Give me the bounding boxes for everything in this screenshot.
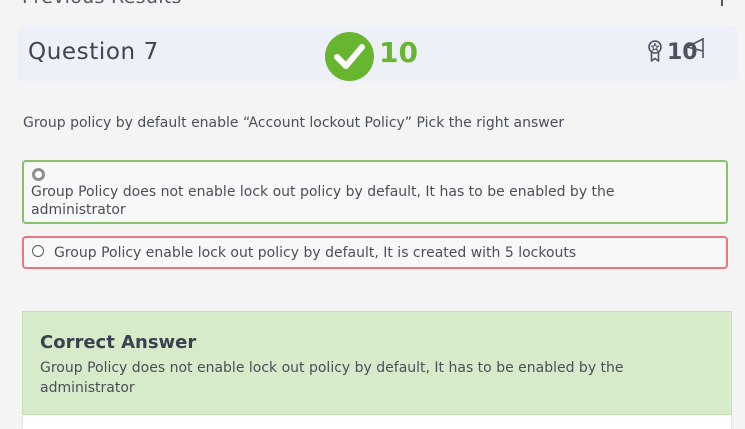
flag-icon[interactable]	[684, 36, 706, 60]
answer-panel-footer	[22, 415, 732, 429]
question-header: Question 7 10 10	[17, 26, 737, 81]
correct-answer-text: Group Policy does not enable lock out po…	[40, 360, 624, 396]
question-text: Group policy by default enable “Account …	[23, 115, 565, 131]
question-title: Question 7	[28, 39, 159, 65]
question-score: 10	[379, 36, 418, 69]
scroll-indicator	[721, 0, 723, 6]
option-label: Group Policy does not enable lock out po…	[31, 184, 615, 218]
correct-answer-panel: Correct Answer Group Policy does not ena…	[22, 311, 732, 415]
quiz-results-page: Previous Results Question 7 10 10 Group …	[0, 0, 745, 429]
radio-button[interactable]	[32, 245, 44, 257]
answer-option-correct[interactable]: Group Policy does not enable lock out po…	[22, 160, 728, 224]
option-label: Group Policy enable lock out policy by d…	[54, 245, 577, 261]
check-circle-icon	[325, 32, 374, 81]
radio-button-selected[interactable]	[32, 168, 45, 181]
answer-option-incorrect[interactable]: Group Policy enable lock out policy by d…	[22, 236, 728, 269]
correct-answer-title: Correct Answer	[40, 332, 197, 353]
previous-results-heading: Previous Results	[22, 0, 182, 8]
ribbon-icon	[648, 40, 662, 62]
